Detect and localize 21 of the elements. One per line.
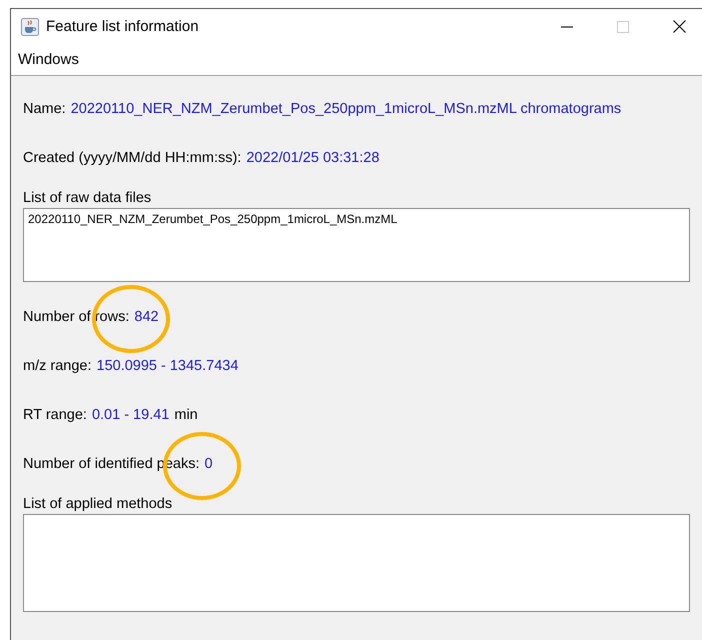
field-value: 0.01 - 19.41 bbox=[92, 406, 170, 422]
field-label: m/z range: bbox=[23, 358, 92, 374]
list-label: List of applied methods bbox=[23, 496, 174, 512]
field-label: Number of rows: bbox=[23, 308, 130, 324]
unit-label: min bbox=[174, 406, 198, 422]
window-title: Feature list information bbox=[46, 18, 199, 35]
list-item: 20220110_NER_NZM_Zerumbet_Pos_250ppm_1microL_MSn.mzML bbox=[28, 212, 398, 226]
field-label: RT range: bbox=[23, 406, 87, 422]
field-value: 0 bbox=[204, 456, 213, 472]
list-label: List of raw data files bbox=[23, 190, 152, 206]
field-value: 20220110_NER_NZM_Zerumbet_Pos_250ppm_1microL_MSn.mzML chromatograms bbox=[70, 100, 622, 116]
list-box[interactable] bbox=[23, 514, 690, 612]
field-value: 2022/01/25 03:31:28 bbox=[246, 150, 380, 166]
menu-item[interactable]: Windows bbox=[18, 51, 79, 68]
field-label: Created (yyyy/MM/dd HH:mm:ss): bbox=[23, 150, 242, 166]
list-box[interactable]: 20220110_NER_NZM_Zerumbet_Pos_250ppm_1microL_MSn.mzML bbox=[23, 208, 690, 282]
close-icon[interactable] bbox=[673, 20, 686, 33]
field-value: 150.0995 - 1345.7434 bbox=[96, 358, 238, 374]
field-label: Name: bbox=[23, 100, 66, 116]
field-value: 842 bbox=[134, 308, 159, 324]
coffee-cup-icon bbox=[21, 18, 39, 36]
